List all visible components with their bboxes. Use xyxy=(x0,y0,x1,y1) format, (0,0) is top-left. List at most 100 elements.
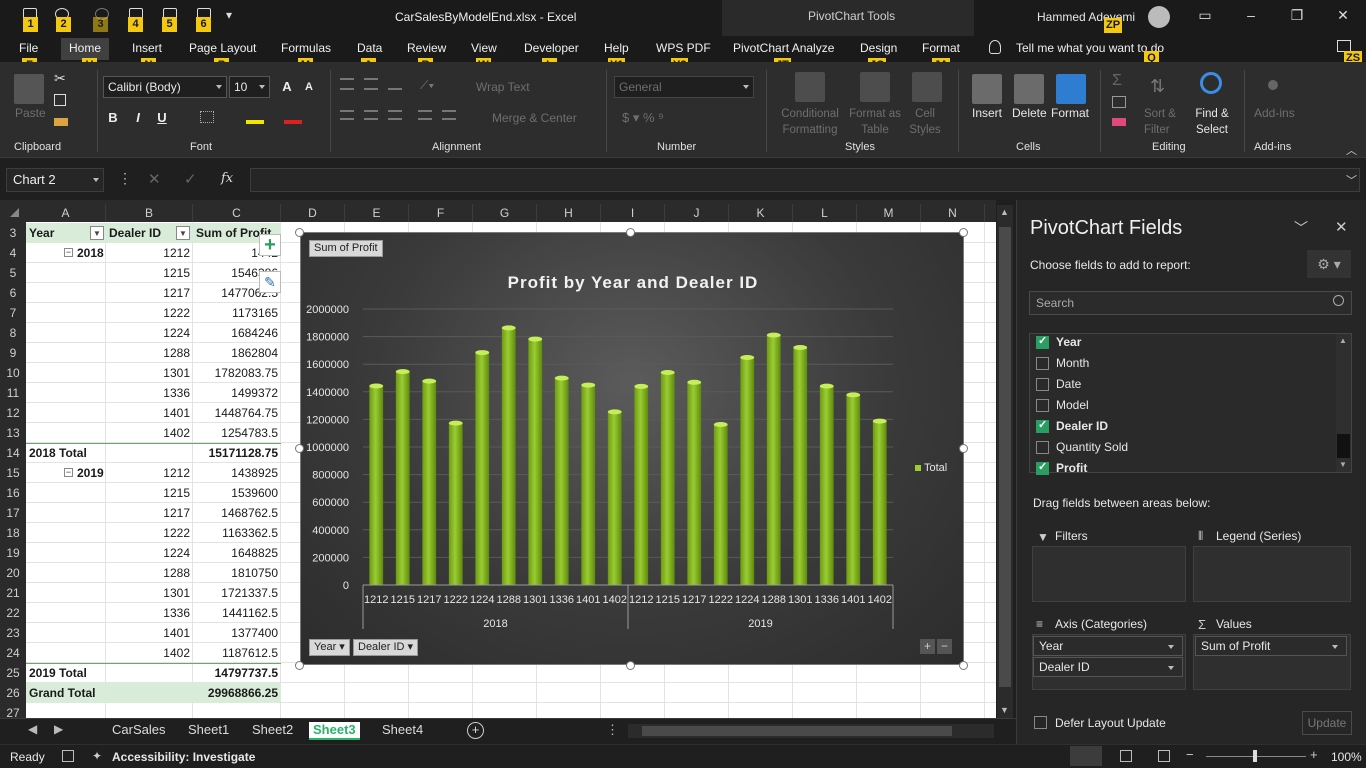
column-header[interactable]: B xyxy=(106,204,193,222)
decrease-indent-icon[interactable] xyxy=(418,110,432,120)
year-cell[interactable] xyxy=(26,583,106,603)
row-header[interactable]: 6 xyxy=(0,283,26,303)
total-label[interactable]: Grand Total xyxy=(26,683,106,703)
profit-cell[interactable]: 1448764.75 xyxy=(193,403,281,423)
scroll-down-icon[interactable]: ▼ xyxy=(1000,705,1009,715)
field-search-input[interactable]: Search xyxy=(1029,291,1352,315)
zoom-out-icon[interactable]: − xyxy=(1186,747,1194,762)
profit-cell[interactable]: 1173165 xyxy=(193,303,281,323)
resize-handle[interactable] xyxy=(626,228,635,237)
select-all-icon[interactable] xyxy=(10,208,19,217)
profit-cell[interactable]: 1862804 xyxy=(193,343,281,363)
formula-input[interactable] xyxy=(250,168,1360,192)
dealer-id-cell[interactable]: 1222 xyxy=(106,523,193,543)
collapse-field-icon[interactable]: − xyxy=(937,639,952,654)
year-cell[interactable] xyxy=(26,543,106,563)
sort-filter-icon[interactable]: ⇅ xyxy=(1150,76,1165,97)
year-cell[interactable] xyxy=(26,423,106,443)
row-header[interactable]: 24 xyxy=(0,643,26,663)
dealer-id-cell[interactable]: 1215 xyxy=(106,263,193,283)
value-item-sum-of-profit[interactable]: Sum of Profit xyxy=(1195,636,1347,656)
pane-options-icon[interactable]: ﹀ xyxy=(1294,218,1308,238)
year-cell[interactable] xyxy=(26,403,106,423)
field-checkbox[interactable] xyxy=(1036,441,1049,454)
year-cell[interactable] xyxy=(26,603,106,623)
add-ins-button[interactable]: Add-ins xyxy=(1254,106,1295,120)
find-select-icon[interactable] xyxy=(1200,72,1222,94)
year-cell[interactable] xyxy=(26,303,106,323)
profit-cell[interactable]: 1721337.5 xyxy=(193,583,281,603)
middle-align-icon[interactable] xyxy=(364,78,378,90)
row-header[interactable]: 13 xyxy=(0,423,26,443)
hscroll-thumb[interactable] xyxy=(642,726,952,736)
wrap-text-button[interactable]: Wrap Text xyxy=(476,80,530,94)
year-cell[interactable] xyxy=(26,283,106,303)
row-header[interactable]: 15 xyxy=(0,463,26,483)
align-center-icon[interactable] xyxy=(364,110,378,120)
field-checkbox[interactable] xyxy=(1036,357,1049,370)
chart-styles-icon[interactable]: ✎ xyxy=(259,271,281,293)
format-as-table-icon[interactable] xyxy=(860,72,890,102)
expand-field-icon[interactable]: + xyxy=(920,639,935,654)
tab-home[interactable]: Home xyxy=(61,38,110,60)
fill-color-icon[interactable] xyxy=(246,120,264,124)
axis-item-dealer-id[interactable]: Dealer ID xyxy=(1033,657,1183,677)
bottom-align-icon[interactable] xyxy=(388,78,402,90)
field-checkbox[interactable] xyxy=(1036,418,1049,433)
profit-cell[interactable]: 1499372 xyxy=(193,383,281,403)
field-item-quantity-sold[interactable]: Quantity Sold xyxy=(1036,439,1326,457)
year-cell[interactable] xyxy=(26,503,106,523)
cell-styles-button[interactable]: Cell Styles xyxy=(904,106,946,138)
row-header[interactable]: 9 xyxy=(0,343,26,363)
column-header[interactable]: C xyxy=(193,204,281,222)
cell-styles-icon[interactable] xyxy=(912,72,942,102)
total-label[interactable]: 2018 Total xyxy=(26,443,106,463)
paste-icon[interactable] xyxy=(14,74,44,104)
delete-cells-icon[interactable] xyxy=(1014,74,1044,104)
ribbon-display-icon[interactable]: ▭ xyxy=(1198,8,1212,22)
resize-handle[interactable] xyxy=(959,444,968,453)
row-header[interactable]: 20 xyxy=(0,563,26,583)
confirm-entry-icon[interactable]: ✓ xyxy=(184,170,197,188)
sort-filter-button[interactable]: Sort & Filter xyxy=(1144,106,1184,138)
row-header[interactable]: 4 xyxy=(0,243,26,263)
row-header[interactable]: 3 xyxy=(0,223,26,243)
dealer-id-cell[interactable] xyxy=(106,683,193,703)
column-header[interactable]: I xyxy=(601,204,665,222)
sheet-tab-sheet2[interactable]: Sheet2 xyxy=(252,722,293,740)
field-item-dealer-id[interactable]: Dealer ID xyxy=(1036,418,1326,436)
field-checkbox[interactable] xyxy=(1036,378,1049,391)
column-header[interactable]: K xyxy=(729,204,793,222)
currency-icon[interactable]: $ ▾ % ⁹ xyxy=(622,110,664,126)
increase-indent-icon[interactable] xyxy=(442,110,456,120)
new-sheet-icon[interactable]: + xyxy=(467,722,484,739)
column-header[interactable]: A xyxy=(26,204,106,222)
normal-view-icon[interactable] xyxy=(1070,746,1102,766)
row-header[interactable]: 22 xyxy=(0,603,26,623)
page-layout-view-icon[interactable] xyxy=(1120,750,1132,762)
merge-center-button[interactable]: Merge & Center xyxy=(492,111,577,125)
axis-item-year[interactable]: Year xyxy=(1033,636,1183,656)
profit-cell[interactable]: 1187612.5 xyxy=(193,643,281,663)
format-as-table-button[interactable]: Format as Table xyxy=(846,106,904,138)
row-header[interactable]: 27 xyxy=(0,703,26,718)
row-header[interactable]: 19 xyxy=(0,543,26,563)
field-item-date[interactable]: Date xyxy=(1036,376,1326,394)
pane-close-icon[interactable]: ✕ xyxy=(1335,218,1348,236)
conditional-formatting-icon[interactable] xyxy=(795,72,825,102)
name-box[interactable]: Chart 2 xyxy=(6,168,104,192)
year-filter-icon[interactable]: ▼ xyxy=(90,226,104,240)
chart-elements-icon[interactable]: + xyxy=(259,234,281,256)
resize-handle[interactable] xyxy=(959,661,968,670)
dealer-id-cell[interactable]: 1224 xyxy=(106,543,193,563)
resize-handle[interactable] xyxy=(626,661,635,670)
add-ins-icon[interactable] xyxy=(1268,80,1278,90)
dealer-id-cell[interactable]: 1301 xyxy=(106,363,193,383)
row-header[interactable]: 16 xyxy=(0,483,26,503)
macro-record-icon[interactable] xyxy=(62,750,74,762)
collapse-ribbon-icon[interactable]: ︿ xyxy=(1346,142,1357,158)
avatar[interactable] xyxy=(1148,6,1170,28)
row-header[interactable]: 14 xyxy=(0,443,26,463)
dealer-id-cell[interactable]: 1222 xyxy=(106,303,193,323)
dealer-id-cell[interactable]: 1217 xyxy=(106,283,193,303)
